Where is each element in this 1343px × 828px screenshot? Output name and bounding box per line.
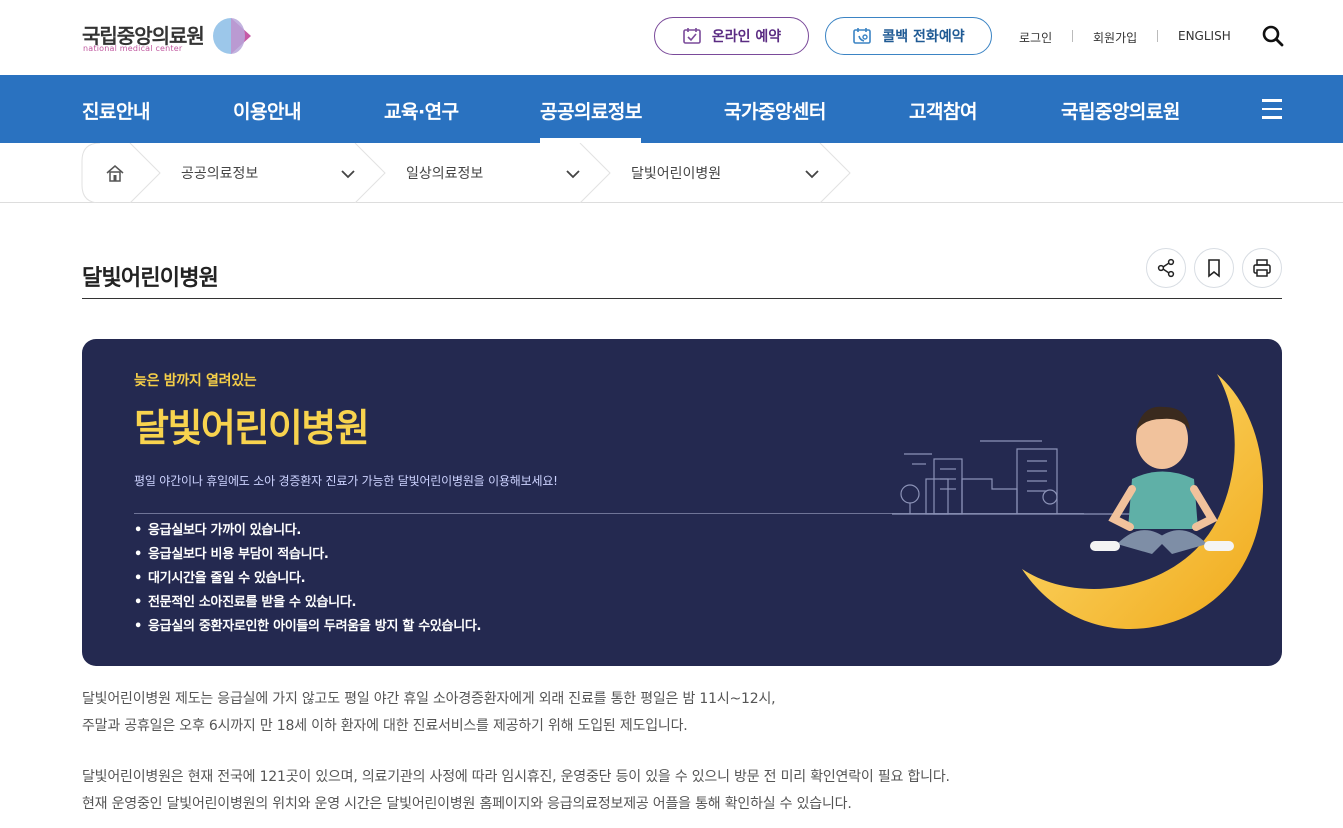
benefit-item: 응급실의 중환자로인한 아이들의 두려움을 방지 할 수있습니다. [134, 615, 481, 639]
breadcrumb: 공공의료정보 일상의료정보 달빛어린이병원 [0, 143, 1343, 203]
logo-mark-icon [213, 18, 251, 54]
status-paragraph-line: 달빛어린이병원은 현재 전국에 121곳이 있으며, 의료기관의 사정에 따라 … [82, 769, 950, 785]
benefit-item: 전문적인 소아진료를 받을 수 있습니다. [134, 591, 481, 615]
nav-item-treatment[interactable]: 진료안내 [82, 97, 150, 124]
city-skyline-icon [892, 440, 1152, 515]
benefit-item: 응급실보다 비용 부담이 적습니다. [134, 543, 481, 567]
login-link[interactable]: 로그인 [1019, 29, 1052, 46]
callback-reservation-label: 콜백 전화예약 [882, 29, 965, 45]
breadcrumb-item-moonlight-hospital[interactable]: 달빛어린이병원 [631, 163, 721, 183]
nav-item-customer[interactable]: 고객참여 [909, 97, 977, 124]
banner-title: 달빛어린이병원 [134, 406, 370, 450]
print-button[interactable] [1242, 248, 1282, 288]
top-header: 국립중앙의료원 national medical center 온라인 예약 콜… [0, 0, 1343, 75]
breadcrumb-item-public-medical-info[interactable]: 공공의료정보 [181, 163, 258, 183]
calendar-check-icon [683, 28, 701, 44]
chevron-down-icon[interactable] [566, 169, 580, 179]
logo-subtext: national medical center [83, 44, 183, 53]
benefit-item: 대기시간을 줄일 수 있습니다. [134, 567, 481, 591]
english-link[interactable]: ENGLISH [1178, 29, 1231, 43]
page-title: 달빛어린이병원 [82, 266, 219, 291]
util-divider [1157, 30, 1158, 42]
site-logo[interactable]: 국립중앙의료원 national medical center [82, 14, 257, 60]
banner-subtitle: 늦은 밤까지 열려있는 [134, 373, 257, 389]
benefit-list: 응급실보다 가까이 있습니다. 응급실보다 비용 부담이 적습니다. 대기시간을… [134, 519, 481, 639]
nav-item-public-medical-info[interactable]: 공공의료정보 [540, 97, 642, 124]
moonlight-hospital-banner: 늦은 밤까지 열려있는 달빛어린이병원 평일 야간이나 휴일에도 소아 경증환자… [82, 339, 1282, 666]
moon-child-illustration [892, 374, 1264, 629]
nav-item-usage[interactable]: 이용안내 [233, 97, 301, 124]
hamburger-icon[interactable] [1262, 99, 1282, 119]
online-reservation-button[interactable]: 온라인 예약 [654, 17, 809, 55]
bookmark-button[interactable] [1194, 248, 1234, 288]
share-icon [1157, 258, 1175, 278]
intro-paragraph-line: 달빛어린이병원 제도는 응급실에 가지 않고도 평일 야간 휴일 소아경증환자에… [82, 691, 776, 707]
search-icon[interactable] [1261, 24, 1285, 48]
title-divider [82, 298, 1282, 299]
online-reservation-label: 온라인 예약 [711, 29, 782, 45]
chevron-down-icon[interactable] [341, 169, 355, 179]
status-paragraph-line: 현재 운영중인 달빛어린이병원의 위치와 운영 시간은 달빛어린이병원 홈페이지… [82, 796, 852, 812]
share-button[interactable] [1146, 248, 1186, 288]
callback-reservation-button[interactable]: 콜백 전화예약 [825, 17, 992, 55]
banner-description: 평일 야간이나 휴일에도 소아 경증환자 진료가 가능한 달빛어린이병원을 이용… [134, 474, 558, 488]
nav-item-national-centers[interactable]: 국가중앙센터 [724, 97, 826, 124]
print-icon [1253, 259, 1271, 277]
chevron-down-icon[interactable] [805, 169, 819, 179]
bookmark-icon [1208, 259, 1220, 278]
benefit-item: 응급실보다 가까이 있습니다. [134, 519, 481, 543]
phone-calendar-icon [853, 28, 872, 44]
nav-item-education[interactable]: 교육·연구 [384, 97, 459, 124]
home-icon[interactable] [104, 163, 126, 183]
util-divider [1072, 30, 1073, 42]
signup-link[interactable]: 회원가입 [1093, 29, 1137, 46]
intro-paragraph-line: 주말과 공휴일은 오후 6시까지 만 18세 이하 환자에 대한 진료서비스를 … [82, 718, 688, 734]
breadcrumb-item-daily-medical-info[interactable]: 일상의료정보 [406, 163, 483, 183]
nav-item-about[interactable]: 국립중앙의료원 [1061, 97, 1180, 124]
main-navigation: 진료안내 이용안내 교육·연구 공공의료정보 국가중앙센터 고객참여 국립중앙의… [0, 75, 1343, 143]
